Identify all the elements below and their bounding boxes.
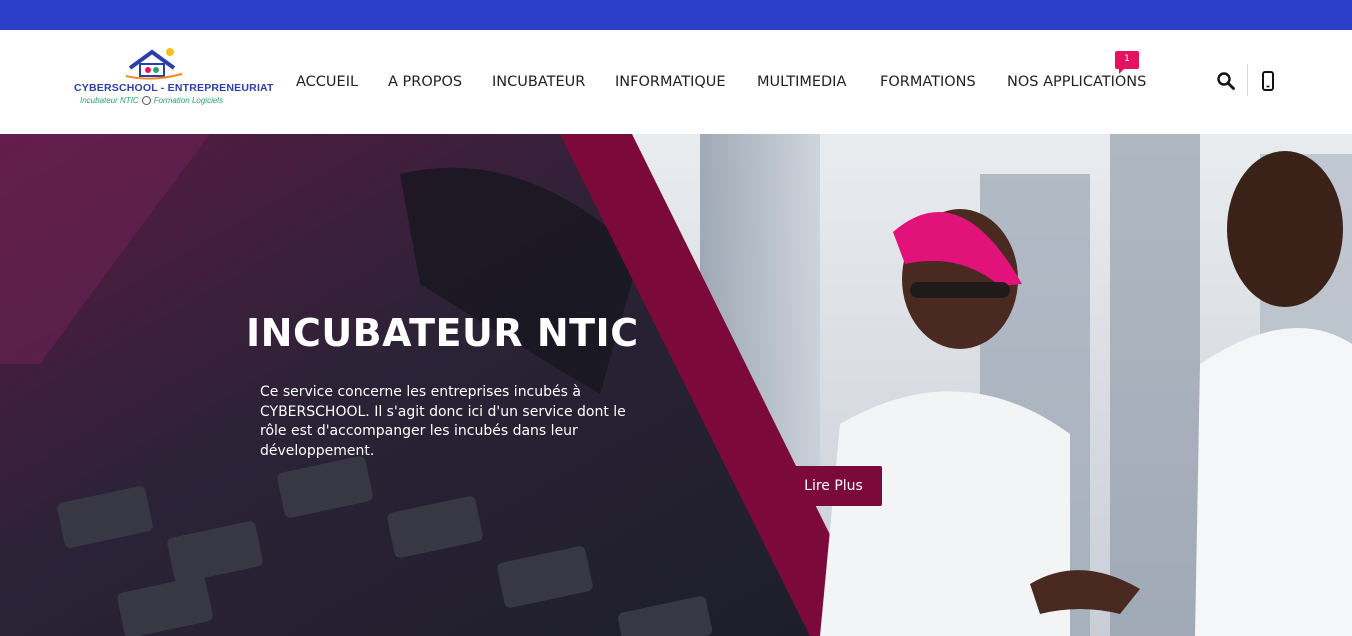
hero-slider: INCUBATEUR NTIC Ce service concerne les … — [0, 134, 1352, 636]
site-header: CYBERSCHOOL - ENTREPRENEURIAT Incubateur… — [0, 30, 1352, 134]
nav-item-a-propos[interactable]: A PROPOS — [388, 74, 462, 90]
house-logo-icon — [125, 48, 183, 80]
logo-title: CYBERSCHOOL - ENTREPRENEURIAT — [74, 82, 274, 94]
nav-item-incubateur[interactable]: INCUBATEUR — [492, 74, 585, 90]
notification-badge: 1 — [1115, 51, 1139, 74]
hero-description: Ce service concerne les entreprises incu… — [260, 384, 626, 459]
nav-item-informatique[interactable]: INFORMATIQUE — [615, 74, 726, 90]
site-logo[interactable]: CYBERSCHOOL - ENTREPRENEURIAT Incubateur… — [72, 46, 273, 112]
search-icon[interactable] — [1216, 71, 1236, 91]
logo-tagline-left: Incubateur NTIC — [80, 96, 139, 105]
nav-item-formations[interactable]: FORMATIONS — [880, 74, 976, 90]
top-color-bar — [0, 0, 1352, 30]
header-divider — [1247, 64, 1248, 96]
hero-title: INCUBATEUR NTIC — [246, 311, 639, 355]
logo-tagline: Incubateur NTIC Formation Logiciels — [80, 96, 224, 106]
logo-seal-icon — [141, 96, 151, 106]
nav-item-nos-applications[interactable]: NOS APPLICATIONS — [1007, 74, 1146, 90]
read-more-button[interactable]: Lire Plus — [785, 466, 882, 506]
nav-item-multimedia[interactable]: MULTIMEDIA — [757, 74, 846, 90]
logo-tagline-right: Formation Logiciels — [153, 96, 224, 105]
nav-item-accueil[interactable]: ACCUEIL — [296, 74, 358, 90]
hero-background-image — [0, 134, 1352, 636]
mobile-phone-icon[interactable] — [1261, 71, 1275, 91]
